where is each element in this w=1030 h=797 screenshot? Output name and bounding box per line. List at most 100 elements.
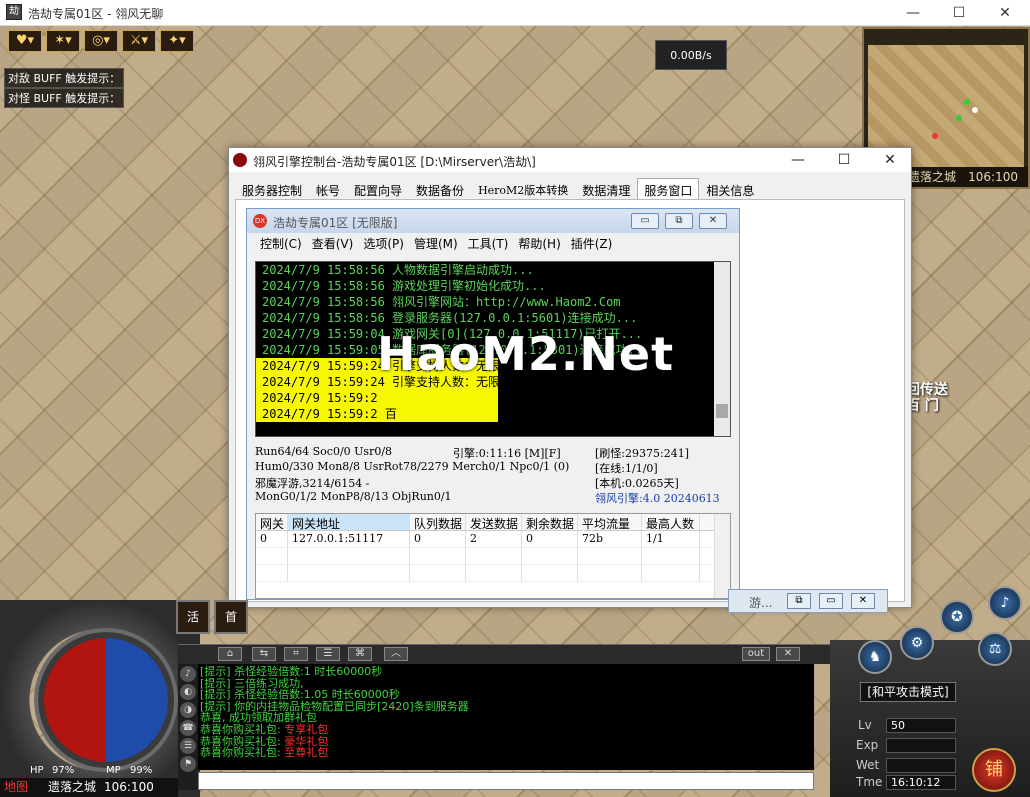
log-line: 2024/7/9 15:59:2 xyxy=(256,390,498,406)
stat-engine-uptime: 引擎:0:11:16 [M][F] xyxy=(453,447,561,460)
menu-options[interactable]: 选项(P) xyxy=(358,233,409,253)
menu-tools[interactable]: 工具(T) xyxy=(463,233,514,253)
skill-button[interactable]: ✪ xyxy=(940,600,974,634)
cell-queue: 0 xyxy=(410,531,466,547)
chat-line: 恭喜你购买礼包: 至尊礼包 xyxy=(200,747,812,759)
stat-run: Run64/64 Soc0/0 Usr0/8 xyxy=(255,445,393,458)
shop-button[interactable]: 铺 xyxy=(972,748,1016,792)
menu-view[interactable]: 查看(V) xyxy=(307,233,359,253)
minimize-button[interactable]: — xyxy=(890,0,936,26)
table-scrollbar[interactable] xyxy=(714,514,730,598)
chat-close-button[interactable]: ✕ xyxy=(776,647,800,661)
close-button[interactable]: ✕ xyxy=(982,0,1028,26)
col-queue[interactable]: 队列数据 xyxy=(410,514,466,530)
chat-tool-button[interactable]: ⌘ xyxy=(348,647,372,661)
minimized-maximize-button[interactable]: ▭ xyxy=(819,593,843,609)
server-restore-button[interactable]: ⧉ xyxy=(665,213,693,229)
chat-tool-button[interactable]: ⇆ xyxy=(252,647,276,661)
sound-button[interactable]: ♪ xyxy=(988,586,1022,620)
tab-data-cleanup[interactable]: 数据清理 xyxy=(575,178,637,200)
minimap-coords: 106:100 xyxy=(968,170,1018,184)
chat-line-text: 恭喜你购买礼包: xyxy=(200,746,285,760)
chat-channel-icon[interactable]: ⚑ xyxy=(180,756,196,772)
monster-buff-hint: 对怪 BUFF 触发提示： xyxy=(4,88,125,108)
net-speed: 0.00B/s xyxy=(655,40,727,70)
minimized-close-button[interactable]: ✕ xyxy=(851,593,875,609)
window-title: 浩劫专属01区 - 翎风无聊 xyxy=(28,7,164,21)
col-avg-traffic[interactable]: 平均流量 xyxy=(578,514,642,530)
menu-control[interactable]: 控制(C) xyxy=(255,233,307,253)
minimized-restore-button[interactable]: ⧉ xyxy=(787,593,811,609)
col-gateway[interactable]: 网关 xyxy=(256,514,288,530)
col-address[interactable]: 网关地址 xyxy=(288,514,410,530)
map-button[interactable]: 地图 xyxy=(4,778,28,797)
npc-dot xyxy=(972,107,978,113)
tab-data-backup[interactable]: 数据备份 xyxy=(409,178,471,200)
cell-gateway: 0 xyxy=(256,531,288,547)
guild-button[interactable]: ⚙ xyxy=(900,626,934,660)
skill-slot-1[interactable]: 活 xyxy=(176,600,210,634)
server-minimize-button[interactable]: ▭ xyxy=(631,213,659,229)
swirl-icon[interactable]: ◎▾ xyxy=(84,30,118,52)
gem-icon[interactable]: ✦▾ xyxy=(160,30,194,52)
chat-channel-buttons: ♪ ◐ ◑ ☎ ☰ ⚑ xyxy=(178,664,198,790)
teleport-sign[interactable]: 回传送 百 门 xyxy=(906,382,948,414)
tab-server-control[interactable]: 服务器控制 xyxy=(235,178,309,200)
console-close-button[interactable]: ✕ xyxy=(867,148,913,172)
chat-tool-button[interactable]: ⌂ xyxy=(218,647,242,661)
col-sent[interactable]: 发送数据 xyxy=(466,514,522,530)
chat-channel-icon[interactable]: ◑ xyxy=(180,702,196,718)
menu-manage[interactable]: 管理(M) xyxy=(409,233,463,253)
chat-input[interactable] xyxy=(198,772,814,790)
col-remaining[interactable]: 剩余数据 xyxy=(522,514,578,530)
team-button[interactable]: ♞ xyxy=(858,640,892,674)
tab-herom2-convert[interactable]: HeroM2版本转换 xyxy=(471,178,575,200)
menu-plugins[interactable]: 插件(Z) xyxy=(566,233,618,253)
location-coords: 106:100 xyxy=(104,780,154,794)
stat-mong: MonG0/1/2 MonP8/8/13 ObjRun0/1 xyxy=(255,490,452,503)
chat-channel-icon[interactable]: ◐ xyxy=(180,684,196,700)
stat-local: [本机:0.0265天] xyxy=(595,477,679,490)
chat-expand-button[interactable]: ︿ xyxy=(384,647,408,661)
col-max-users[interactable]: 最高人数 xyxy=(642,514,700,530)
log-line: 2024/7/9 15:58:56 人物数据引擎启动成功... xyxy=(262,263,534,277)
table-row xyxy=(256,548,730,565)
log-scrollbar[interactable] xyxy=(714,262,730,436)
tab-config-wizard[interactable]: 配置向导 xyxy=(347,178,409,200)
gateway-table[interactable]: 网关 网关地址 队列数据 发送数据 剩余数据 平均流量 最高人数 0 127.0… xyxy=(255,513,731,599)
balance-button[interactable]: ⚖ xyxy=(978,632,1012,666)
claw-icon[interactable]: ✶▾ xyxy=(46,30,80,52)
server-close-button[interactable]: ✕ xyxy=(699,213,727,229)
tab-related-info[interactable]: 相关信息 xyxy=(699,178,761,200)
tab-service-window[interactable]: 服务窗口 xyxy=(637,178,700,200)
attack-mode[interactable]: [和平攻击模式] xyxy=(860,682,956,702)
chat-channel-icon[interactable]: ☎ xyxy=(180,720,196,736)
table-row[interactable]: 0 127.0.0.1:51117 0 2 0 72b 1/1 xyxy=(256,531,730,548)
stat-engine-version: 翎风引擎:4.0 20240613 xyxy=(595,492,720,505)
npc-dot xyxy=(956,115,962,121)
stat-monster: 邪魔浮游,3214/6154 - xyxy=(255,477,370,490)
chat-out-button[interactable]: out xyxy=(742,647,770,661)
heart-icon[interactable]: ♥▾ xyxy=(8,30,42,52)
minimized-window[interactable]: 游... ⧉ ▭ ✕ xyxy=(728,589,888,613)
console-maximize-button[interactable]: ☐ xyxy=(821,148,867,172)
console-minimize-button[interactable]: — xyxy=(775,148,821,172)
chat-tool-button[interactable]: ☰ xyxy=(316,647,340,661)
log-scroll-thumb[interactable] xyxy=(716,404,728,418)
skill-slot-2[interactable]: 首 xyxy=(214,600,248,634)
server-window-title: 浩劫专属01区 [无限版] xyxy=(273,216,398,230)
chat-channel-icon[interactable]: ☰ xyxy=(180,738,196,754)
chat-tool-button[interactable]: ⌗ xyxy=(284,647,308,661)
menu-help[interactable]: 帮助(H) xyxy=(513,233,565,253)
weight-label: Wet xyxy=(856,758,880,772)
maximize-button[interactable]: ☐ xyxy=(936,0,982,26)
console-app-icon xyxy=(233,153,247,167)
chat-log[interactable]: [提示] 杀怪经验倍数:1 时长60000秒 [提示] 三倍练习成功, [提示] 杀… xyxy=(198,664,814,770)
tab-account[interactable]: 帐号 xyxy=(309,178,347,200)
watermark: HaoM2.Net xyxy=(377,327,675,381)
app-icon: 劫 xyxy=(6,4,22,20)
cell-avg-traffic: 72b xyxy=(578,531,642,547)
chat-toolbar: ⌂ ⇆ ⌗ ☰ ⌘ ︿ out ✕ xyxy=(178,644,830,664)
sword-icon[interactable]: ⚔▾ xyxy=(122,30,156,52)
chat-channel-icon[interactable]: ♪ xyxy=(180,666,196,682)
